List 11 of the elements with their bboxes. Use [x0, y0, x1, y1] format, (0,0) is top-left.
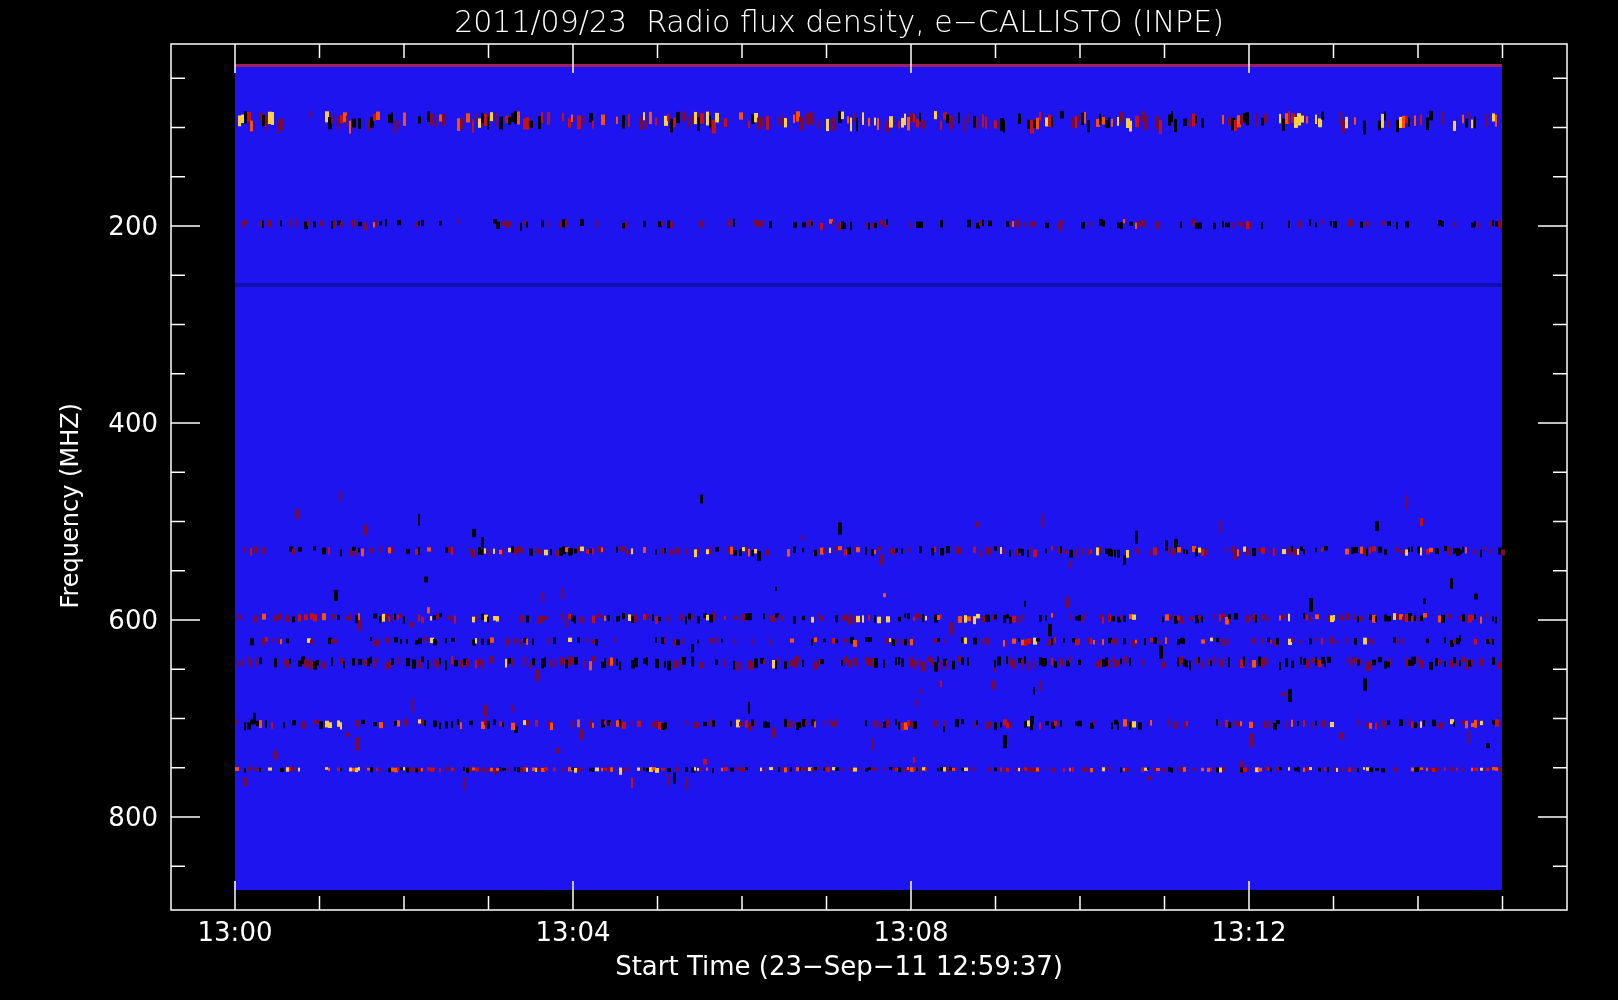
- tick-label: 600: [108, 605, 158, 635]
- tick-label: 13:00: [197, 917, 273, 947]
- chart-title: 2011/09/23 Radio flux density, e−CALLISTO (INPE): [453, 4, 1224, 39]
- axis-label: Frequency (MHZ): [56, 403, 84, 609]
- axis-label: Start Time (23−Sep−11 12:59:37): [614, 951, 1063, 981]
- tick-label: 400: [108, 408, 158, 438]
- tick-label: 800: [108, 802, 158, 832]
- tick-label: 13:04: [535, 917, 611, 947]
- tick-label: 13:08: [873, 917, 949, 947]
- tick-label: 200: [108, 211, 158, 241]
- tick-label: 13:12: [1211, 917, 1287, 947]
